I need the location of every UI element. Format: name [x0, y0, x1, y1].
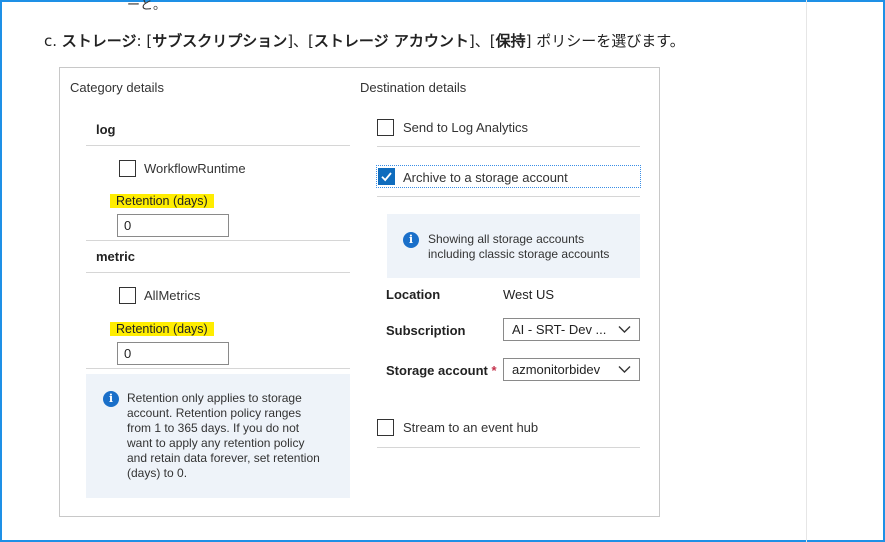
send-to-log-analytics-label: Send to Log Analytics	[403, 120, 529, 135]
stream-to-event-hub-label: Stream to an event hub	[403, 420, 539, 435]
location-value: West US	[503, 287, 555, 302]
archive-to-storage-checkbox[interactable]	[378, 168, 395, 185]
step-instruction: c. ストレージ: [サブスクリプション]、[ストレージ アカウント]、[保持]…	[44, 30, 685, 51]
page-right-rule	[806, 0, 807, 542]
storage-account-label: Storage account *	[386, 363, 497, 378]
step-text-part: : [	[136, 32, 153, 50]
log-analytics-divider	[377, 146, 640, 147]
step-text: ストレージ: [サブスクリプション]、[ストレージ アカウント]、[保持] ポリ…	[62, 32, 685, 50]
category-details-header: Category details	[70, 80, 164, 95]
step-text-part: ] ポリシーを選びます。	[525, 32, 685, 50]
info-text-line: from 1 to 365 days. If you do not	[127, 421, 300, 435]
retention-days-label-metric: Retention (days)	[110, 322, 214, 336]
subscription-label: Subscription	[386, 323, 466, 338]
info-text-line: account. Retention policy ranges	[127, 406, 302, 420]
subscription-value: AI - SRT- Dev ...	[512, 322, 607, 337]
step-text-part: ]、[	[468, 32, 496, 50]
info-icon: i	[403, 232, 419, 248]
allmetrics-checkbox[interactable]	[119, 287, 136, 304]
step-text-part: 保持	[495, 32, 526, 50]
log-bottom-divider	[86, 240, 350, 241]
allmetrics-label: AllMetrics	[144, 288, 201, 303]
retention-days-input-metric[interactable]: 0	[117, 342, 229, 365]
info-text-line: Showing all storage accounts	[428, 232, 585, 246]
storage-account-value: azmonitorbidev	[512, 362, 601, 377]
metric-bottom-divider	[86, 368, 350, 369]
step-text-part: サブスクリプション	[152, 32, 288, 50]
chevron-down-icon	[618, 326, 631, 333]
info-text-line: including classic storage accounts	[428, 247, 610, 261]
storage-info-text: Showing all storage accounts including cl…	[428, 232, 609, 262]
info-icon: i	[103, 391, 119, 407]
step-letter: c.	[44, 32, 58, 50]
step-text-part: ストレージ アカウント	[313, 32, 469, 50]
storage-info-box: i Showing all storage accounts including …	[387, 214, 640, 278]
log-section-title: log	[96, 122, 116, 137]
chevron-down-icon	[618, 366, 631, 373]
info-text-line: Retention only applies to storage	[127, 391, 302, 405]
cut-off-text: ーと。	[127, 0, 167, 13]
event-hub-divider	[377, 447, 640, 448]
metric-divider	[86, 272, 350, 273]
step-text-part: ]、[	[287, 32, 314, 50]
retention-days-label-log: Retention (days)	[110, 194, 214, 208]
retention-info-box: i Retention only applies to storage accou…	[86, 374, 350, 498]
retention-days-input-log[interactable]: 0	[117, 214, 229, 237]
storage-account-dropdown[interactable]: azmonitorbidev	[503, 358, 640, 381]
archive-to-storage-label: Archive to a storage account	[403, 170, 568, 185]
diagnostic-settings-panel: Category details log WorkflowRuntime Ret…	[59, 67, 660, 517]
info-text-line: and retain data forever, set retention	[127, 451, 320, 465]
archive-divider	[377, 196, 640, 197]
storage-account-label-text: Storage account	[386, 363, 488, 378]
workflow-runtime-checkbox[interactable]	[119, 160, 136, 177]
destination-details-header: Destination details	[360, 80, 467, 95]
log-divider	[86, 145, 350, 146]
info-text-line: (days) to 0.	[127, 466, 188, 480]
step-text-part: ストレージ	[61, 32, 137, 50]
send-to-log-analytics-checkbox[interactable]	[377, 119, 394, 136]
required-marker: *	[491, 363, 497, 378]
checkmark-icon	[381, 172, 392, 182]
stream-to-event-hub-checkbox[interactable]	[377, 419, 394, 436]
subscription-dropdown[interactable]: AI - SRT- Dev ...	[503, 318, 640, 341]
workflow-runtime-label: WorkflowRuntime	[144, 161, 246, 176]
retention-info-text: Retention only applies to storage account…	[127, 391, 320, 481]
info-text-line: want to apply any retention policy	[127, 436, 305, 450]
location-label: Location	[386, 287, 441, 302]
metric-section-title: metric	[96, 249, 136, 264]
